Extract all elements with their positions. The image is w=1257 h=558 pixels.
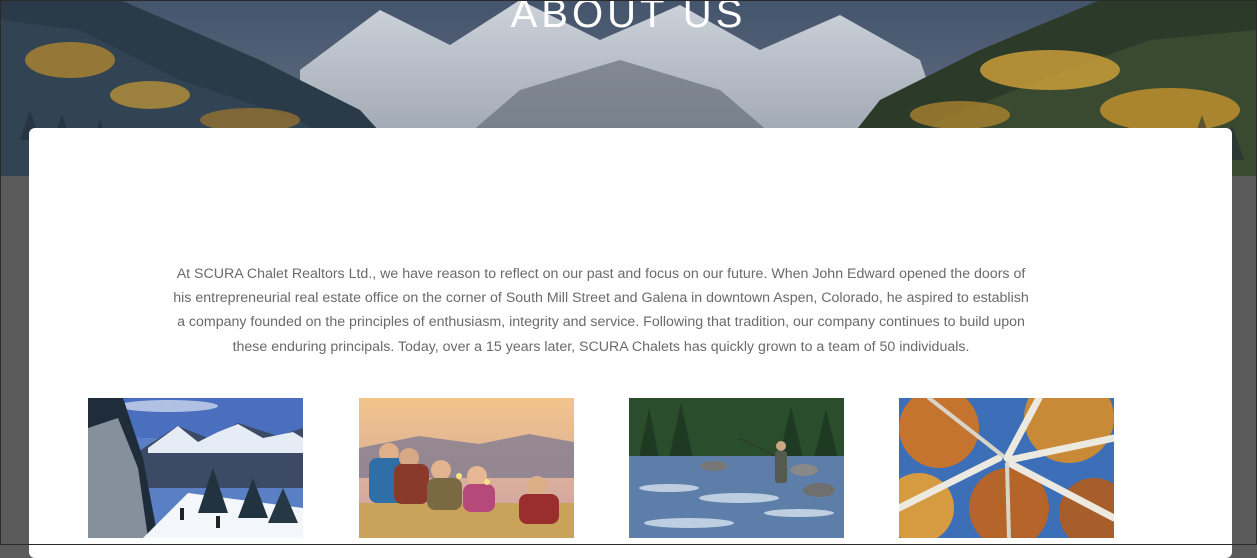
aspen-trees-image [899, 398, 1114, 538]
image-gallery [88, 398, 1168, 538]
snowy-mountain-image [88, 398, 303, 538]
gallery-image-fishing[interactable] [629, 398, 844, 538]
gallery-image-skiers[interactable] [88, 398, 303, 538]
river-fishing-image [629, 398, 844, 538]
page-title: ABOUT US [510, 0, 747, 36]
gallery-image-aspens[interactable] [899, 398, 1114, 538]
about-intro-paragraph: At SCURA Chalet Realtors Ltd., we have r… [173, 266, 1029, 355]
picnic-image [359, 398, 574, 538]
gallery-image-picnic[interactable] [359, 398, 574, 538]
about-content-card: At SCURA Chalet Realtors Ltd., we have r… [29, 128, 1232, 558]
